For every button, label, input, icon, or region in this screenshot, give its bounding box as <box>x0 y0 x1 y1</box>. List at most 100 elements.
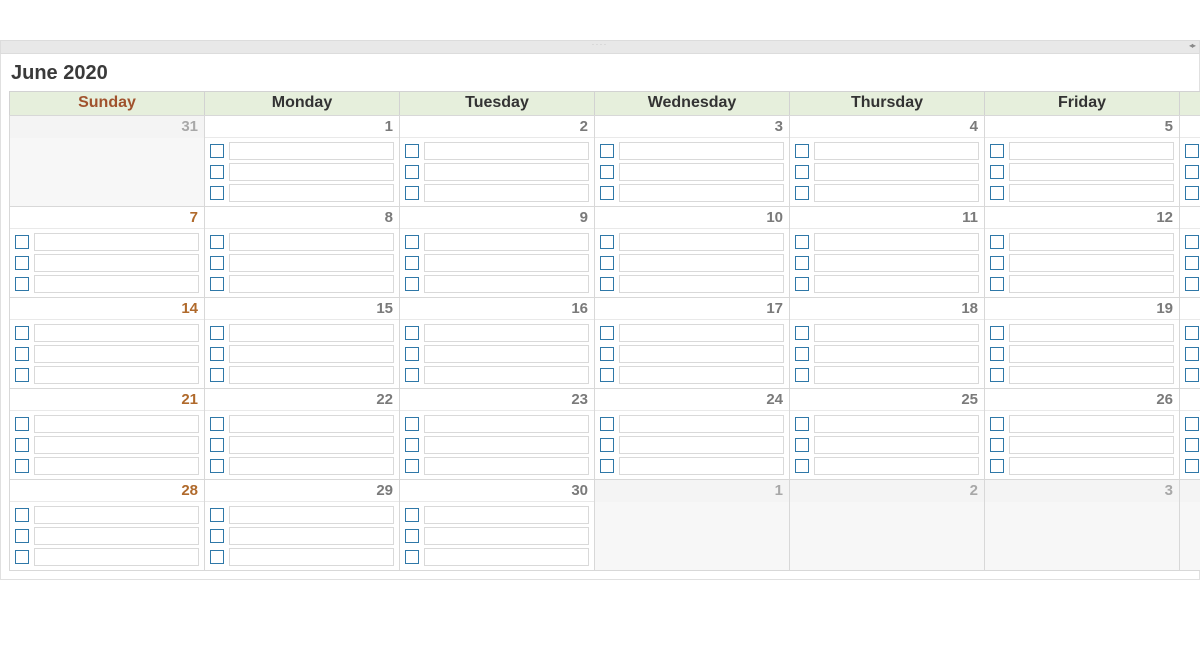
checkbox-icon[interactable] <box>210 417 224 431</box>
checkbox-icon[interactable] <box>210 368 224 382</box>
task-input[interactable] <box>619 345 784 363</box>
task-input[interactable] <box>1009 324 1174 342</box>
checkbox-icon[interactable] <box>210 277 224 291</box>
task-input[interactable] <box>619 254 784 272</box>
checkbox-icon[interactable] <box>795 326 809 340</box>
checkbox-icon[interactable] <box>405 459 419 473</box>
checkbox-icon[interactable] <box>1185 256 1199 270</box>
task-input[interactable] <box>34 254 199 272</box>
task-input[interactable] <box>1009 366 1174 384</box>
task-input[interactable] <box>619 324 784 342</box>
checkbox-icon[interactable] <box>1185 235 1199 249</box>
checkbox-icon[interactable] <box>600 186 614 200</box>
task-input[interactable] <box>814 163 979 181</box>
task-input[interactable] <box>814 142 979 160</box>
checkbox-icon[interactable] <box>600 368 614 382</box>
checkbox-icon[interactable] <box>1185 347 1199 361</box>
checkbox-icon[interactable] <box>210 186 224 200</box>
task-input[interactable] <box>424 142 589 160</box>
task-input[interactable] <box>1009 275 1174 293</box>
checkbox-icon[interactable] <box>405 550 419 564</box>
checkbox-icon[interactable] <box>405 438 419 452</box>
checkbox-icon[interactable] <box>795 438 809 452</box>
task-input[interactable] <box>34 548 199 566</box>
task-input[interactable] <box>424 527 589 545</box>
checkbox-icon[interactable] <box>990 438 1004 452</box>
task-input[interactable] <box>619 142 784 160</box>
task-input[interactable] <box>424 345 589 363</box>
checkbox-icon[interactable] <box>405 186 419 200</box>
checkbox-icon[interactable] <box>795 459 809 473</box>
task-input[interactable] <box>814 436 979 454</box>
task-input[interactable] <box>424 436 589 454</box>
task-input[interactable] <box>424 324 589 342</box>
checkbox-icon[interactable] <box>405 144 419 158</box>
task-input[interactable] <box>34 275 199 293</box>
task-input[interactable] <box>619 184 784 202</box>
checkbox-icon[interactable] <box>210 165 224 179</box>
checkbox-icon[interactable] <box>405 529 419 543</box>
checkbox-icon[interactable] <box>210 144 224 158</box>
task-input[interactable] <box>1009 233 1174 251</box>
checkbox-icon[interactable] <box>210 326 224 340</box>
task-input[interactable] <box>229 254 394 272</box>
checkbox-icon[interactable] <box>990 165 1004 179</box>
checkbox-icon[interactable] <box>600 256 614 270</box>
task-input[interactable] <box>34 436 199 454</box>
task-input[interactable] <box>814 275 979 293</box>
checkbox-icon[interactable] <box>600 326 614 340</box>
checkbox-icon[interactable] <box>795 368 809 382</box>
checkbox-icon[interactable] <box>15 508 29 522</box>
checkbox-icon[interactable] <box>600 347 614 361</box>
task-input[interactable] <box>1009 345 1174 363</box>
task-input[interactable] <box>424 254 589 272</box>
checkbox-icon[interactable] <box>1185 277 1199 291</box>
task-input[interactable] <box>814 415 979 433</box>
checkbox-icon[interactable] <box>15 438 29 452</box>
checkbox-icon[interactable] <box>600 438 614 452</box>
task-input[interactable] <box>424 548 589 566</box>
task-input[interactable] <box>229 233 394 251</box>
task-input[interactable] <box>619 233 784 251</box>
checkbox-icon[interactable] <box>795 235 809 249</box>
task-input[interactable] <box>424 184 589 202</box>
checkbox-icon[interactable] <box>795 417 809 431</box>
task-input[interactable] <box>229 436 394 454</box>
task-input[interactable] <box>34 345 199 363</box>
task-input[interactable] <box>229 163 394 181</box>
task-input[interactable] <box>34 233 199 251</box>
task-input[interactable] <box>1009 142 1174 160</box>
checkbox-icon[interactable] <box>405 347 419 361</box>
checkbox-icon[interactable] <box>990 326 1004 340</box>
task-input[interactable] <box>424 366 589 384</box>
checkbox-icon[interactable] <box>210 256 224 270</box>
checkbox-icon[interactable] <box>15 550 29 564</box>
task-input[interactable] <box>424 457 589 475</box>
task-input[interactable] <box>229 184 394 202</box>
task-input[interactable] <box>814 457 979 475</box>
checkbox-icon[interactable] <box>15 347 29 361</box>
checkbox-icon[interactable] <box>405 235 419 249</box>
task-input[interactable] <box>424 163 589 181</box>
task-input[interactable] <box>814 233 979 251</box>
checkbox-icon[interactable] <box>405 256 419 270</box>
task-input[interactable] <box>619 436 784 454</box>
task-input[interactable] <box>229 457 394 475</box>
checkbox-icon[interactable] <box>15 529 29 543</box>
checkbox-icon[interactable] <box>210 235 224 249</box>
task-input[interactable] <box>229 415 394 433</box>
task-input[interactable] <box>229 527 394 545</box>
checkbox-icon[interactable] <box>795 165 809 179</box>
checkbox-icon[interactable] <box>600 235 614 249</box>
checkbox-icon[interactable] <box>15 256 29 270</box>
checkbox-icon[interactable] <box>15 277 29 291</box>
checkbox-icon[interactable] <box>405 417 419 431</box>
checkbox-icon[interactable] <box>990 256 1004 270</box>
checkbox-icon[interactable] <box>405 277 419 291</box>
panel-titlebar[interactable]: ···· ◂▸ <box>0 40 1200 54</box>
checkbox-icon[interactable] <box>1185 165 1199 179</box>
checkbox-icon[interactable] <box>405 508 419 522</box>
checkbox-icon[interactable] <box>600 165 614 179</box>
task-input[interactable] <box>814 366 979 384</box>
task-input[interactable] <box>34 366 199 384</box>
